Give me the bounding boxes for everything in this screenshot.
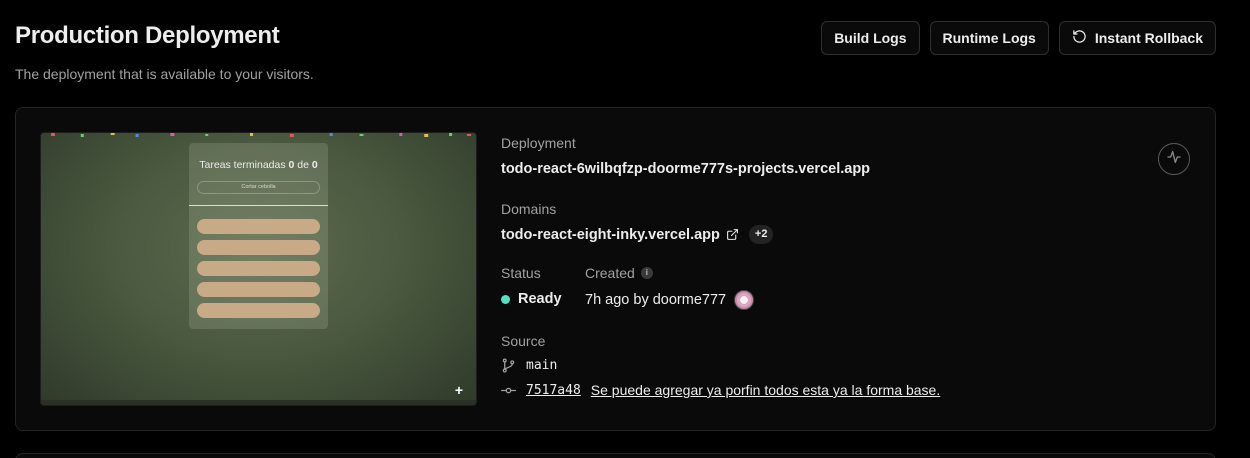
status-value: Ready (518, 291, 562, 307)
deployment-card: Tareas terminadas 0 de 0 Cortar cebolla … (15, 107, 1216, 431)
git-commit-icon (501, 383, 516, 398)
todo-app-panel: Tareas terminadas 0 de 0 Cortar cebolla (189, 143, 328, 329)
runtime-logs-button[interactable]: Runtime Logs (929, 21, 1049, 55)
domain-link[interactable]: todo-react-eight-inky.vercel.app (501, 227, 720, 243)
status-dot (501, 294, 510, 304)
todo-input: Cortar cebolla (197, 181, 320, 194)
todo-divider (189, 205, 328, 206)
instant-rollback-button[interactable]: Instant Rollback (1058, 21, 1216, 55)
deployment-label: Deployment (501, 135, 576, 151)
external-link-icon[interactable] (726, 228, 739, 241)
created-row: 7h ago by doorme777 (585, 290, 755, 310)
source-label: Source (501, 333, 546, 349)
next-card-edge (15, 453, 1216, 458)
avatar[interactable] (734, 290, 755, 310)
build-logs-button[interactable]: Build Logs (821, 21, 920, 55)
todo-heading: Tareas terminadas 0 de 0 (189, 159, 328, 171)
source-commit-row: 7517a48 Se puede agregar ya porfin todos… (501, 382, 940, 398)
extra-domains-badge[interactable]: +2 (748, 225, 774, 244)
created-label-row: Created i (585, 265, 653, 281)
preview-footer-strip (41, 400, 476, 405)
todo-item-bar (197, 303, 320, 318)
runtime-logs-label: Runtime Logs (942, 30, 1036, 46)
activity-icon (1166, 149, 1182, 170)
build-logs-label: Build Logs (834, 30, 907, 46)
domains-row: todo-react-eight-inky.vercel.app +2 (501, 225, 774, 244)
page-title: Production Deployment (15, 22, 280, 49)
deployment-url-link[interactable]: todo-react-6wilbqfzp-doorme777s-projects… (501, 161, 870, 177)
commit-hash-link[interactable]: 7517a48 (526, 383, 581, 398)
deployment-preview-thumbnail[interactable]: Tareas terminadas 0 de 0 Cortar cebolla … (40, 132, 477, 406)
production-deployment-page: Production Deployment The deployment tha… (0, 0, 1250, 458)
domains-label: Domains (501, 201, 557, 217)
created-label: Created (585, 265, 635, 281)
status-row: Ready (501, 291, 562, 307)
todo-item-bar (197, 282, 320, 297)
todo-completed-count: 0 (288, 159, 295, 171)
instant-rollback-label: Instant Rollback (1094, 30, 1203, 46)
confetti-decoration (50, 133, 472, 137)
rotate-ccw-icon (1072, 29, 1087, 47)
todo-item-bar (197, 219, 320, 234)
todo-item-bar (197, 240, 320, 255)
todo-total-count: 0 (311, 159, 318, 171)
todo-item-bar (197, 261, 320, 276)
activity-button[interactable] (1158, 143, 1190, 175)
todo-heading-prefix: Tareas terminadas (199, 159, 286, 171)
info-icon[interactable]: i (640, 267, 653, 279)
branch-name[interactable]: main (526, 358, 557, 373)
toolbar: Build Logs Runtime Logs Instant Rollback (821, 21, 1216, 55)
preview-add-button: + (454, 382, 463, 398)
status-label: Status (501, 265, 541, 281)
commit-message-link[interactable]: Se puede agregar ya porfin todos esta ya… (591, 382, 940, 398)
source-branch-row: main (501, 358, 557, 373)
page-subtitle: The deployment that is available to your… (15, 66, 314, 82)
todo-heading-sep: de (297, 159, 309, 171)
git-branch-icon (501, 358, 516, 373)
created-value: 7h ago by doorme777 (585, 292, 727, 308)
